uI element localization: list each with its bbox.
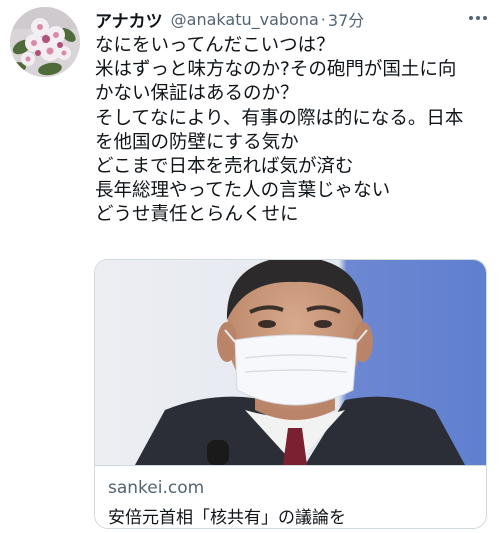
separator-dot: · (320, 9, 326, 29)
tweet-text-line: 米はずっと味方なのか?その砲門が国土に向 (95, 59, 457, 81)
tweet-timestamp[interactable]: 37分 (328, 7, 364, 31)
link-card-meta: sankei.com 安倍元首相「核共有」の議論を (95, 465, 486, 528)
tweet-text-line: を他国の防壁にする気か (95, 131, 299, 153)
author-display-name[interactable]: アナカツ (95, 7, 163, 32)
avatar-flower-image (10, 7, 80, 77)
tweet-text-line: どうせ責任とらんくせに (95, 204, 299, 226)
link-card[interactable]: sankei.com 安倍元首相「核共有」の議論を (94, 259, 487, 529)
tweet-text-line: なにをいってんだこいつは？ (95, 35, 335, 56)
link-card-domain: sankei.com (108, 478, 205, 498)
tweet-text: なにをいってんだこいつは？ 米はずっと味方なのか?その砲門が国土に向 かない保証… (95, 34, 490, 228)
tweet-text-line: 長年総理やってた人の言葉じゃない (95, 180, 391, 202)
avatar[interactable] (10, 7, 80, 77)
author-handle[interactable]: @anakatu_vabona (171, 10, 319, 29)
tweet-text-line: かない保証はあるのか？ (95, 83, 299, 105)
tweet-header: アナカツ @anakatu_vabona · 37分 (95, 7, 488, 32)
link-card-title: 安倍元首相「核共有」の議論を (108, 508, 346, 528)
more-dots-icon[interactable] (466, 8, 490, 28)
tweet-text-line: どこまで日本を売れば気が済む (95, 156, 354, 178)
news-photo (95, 260, 486, 465)
tweet-text-line: そしてなにより、有事の際は的になる。日本 (95, 107, 464, 129)
link-card-image (95, 260, 486, 465)
